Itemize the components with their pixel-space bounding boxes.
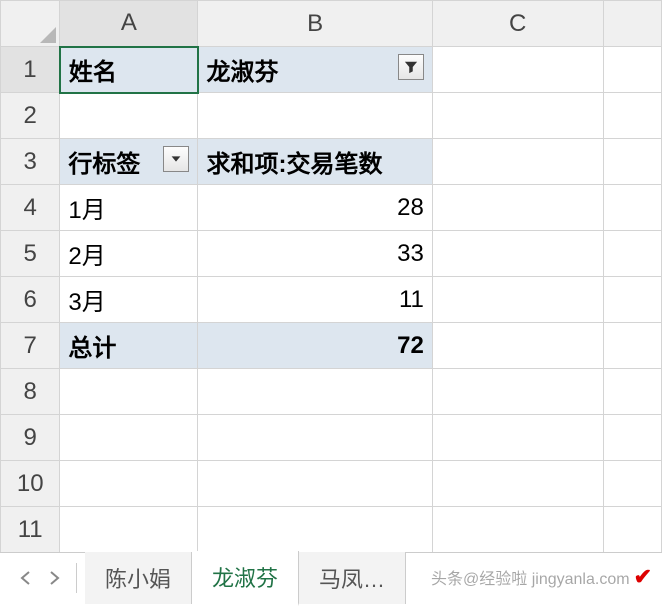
row-label-text: 行标签 [68,151,140,178]
cell-C8[interactable] [432,369,603,415]
select-all-corner[interactable] [1,1,60,47]
cell-B11[interactable] [198,507,432,553]
cell-C7[interactable] [432,323,603,369]
pivot-row-label-header[interactable]: 行标签 [60,139,198,185]
cell-D9[interactable] [603,415,661,461]
filter-value-text: 龙淑芬 [206,59,278,86]
chevron-right-icon [48,571,60,585]
chevron-left-icon [20,571,32,585]
sheet-tab[interactable]: 陈小娟 [85,552,192,604]
cell-C11[interactable] [432,507,603,553]
cell-D4[interactable] [603,185,661,231]
cell-A10[interactable] [60,461,198,507]
cell-C9[interactable] [432,415,603,461]
filter-icon [404,60,418,74]
pivot-total-label[interactable]: 总计 [60,323,198,369]
row-header-3[interactable]: 3 [1,139,60,185]
chevron-down-icon [169,152,183,166]
spreadsheet-grid[interactable]: A B C 1 姓名 龙淑芬 2 3 行标签 求和项:交易笔数 [0,0,662,553]
cell-C3[interactable] [432,139,603,185]
cell-A11[interactable] [60,507,198,553]
cell-B9[interactable] [198,415,432,461]
cell-A2[interactable] [60,93,198,139]
row-header-6[interactable]: 6 [1,277,60,323]
tab-separator [76,563,77,593]
cell-C6[interactable] [432,277,603,323]
row-label-dropdown-button[interactable] [163,146,189,172]
pivot-total-value[interactable]: 72 [198,323,432,369]
cell-D1[interactable] [603,47,661,93]
pivot-row-value[interactable]: 11 [198,277,432,323]
cell-D11[interactable] [603,507,661,553]
cell-B8[interactable] [198,369,432,415]
cell-D8[interactable] [603,369,661,415]
cell-B10[interactable] [198,461,432,507]
cell-D6[interactable] [603,277,661,323]
cell-A8[interactable] [60,369,198,415]
tab-nav-next-button[interactable] [40,558,68,598]
row-header-2[interactable]: 2 [1,93,60,139]
row-header-11[interactable]: 11 [1,507,60,553]
pivot-row-label[interactable]: 1月 [60,185,198,231]
pivot-row-value[interactable]: 28 [198,185,432,231]
row-header-7[interactable]: 7 [1,323,60,369]
row-header-9[interactable]: 9 [1,415,60,461]
cell-C5[interactable] [432,231,603,277]
row-header-1[interactable]: 1 [1,47,60,93]
filter-field-label[interactable]: 姓名 [60,47,198,93]
cell-C2[interactable] [432,93,603,139]
column-header-B[interactable]: B [198,1,432,47]
cell-A9[interactable] [60,415,198,461]
cell-C1[interactable] [432,47,603,93]
column-header-D[interactable] [603,1,661,47]
cell-D3[interactable] [603,139,661,185]
sheet-tab[interactable]: 马凤… [299,552,406,604]
pivot-row-label[interactable]: 2月 [60,231,198,277]
column-header-C[interactable]: C [432,1,603,47]
cell-D7[interactable] [603,323,661,369]
pivot-value-header[interactable]: 求和项:交易笔数 [198,139,432,185]
cell-C10[interactable] [432,461,603,507]
filter-value-cell[interactable]: 龙淑芬 [198,47,432,93]
cell-D5[interactable] [603,231,661,277]
sheet-tab-bar: 陈小娟 龙淑芬 马凤… [0,552,662,602]
pivot-row-value[interactable]: 33 [198,231,432,277]
tab-nav-controls [0,558,68,598]
sheet-tab-active[interactable]: 龙淑芬 [192,551,299,606]
row-header-10[interactable]: 10 [1,461,60,507]
filter-dropdown-button[interactable] [398,54,424,80]
row-header-8[interactable]: 8 [1,369,60,415]
row-header-4[interactable]: 4 [1,185,60,231]
cell-D10[interactable] [603,461,661,507]
cell-D2[interactable] [603,93,661,139]
select-all-triangle [40,27,56,43]
column-header-A[interactable]: A [60,1,198,47]
row-header-5[interactable]: 5 [1,231,60,277]
tab-nav-prev-button[interactable] [12,558,40,598]
cell-B2[interactable] [198,93,432,139]
pivot-row-label[interactable]: 3月 [60,277,198,323]
cell-C4[interactable] [432,185,603,231]
